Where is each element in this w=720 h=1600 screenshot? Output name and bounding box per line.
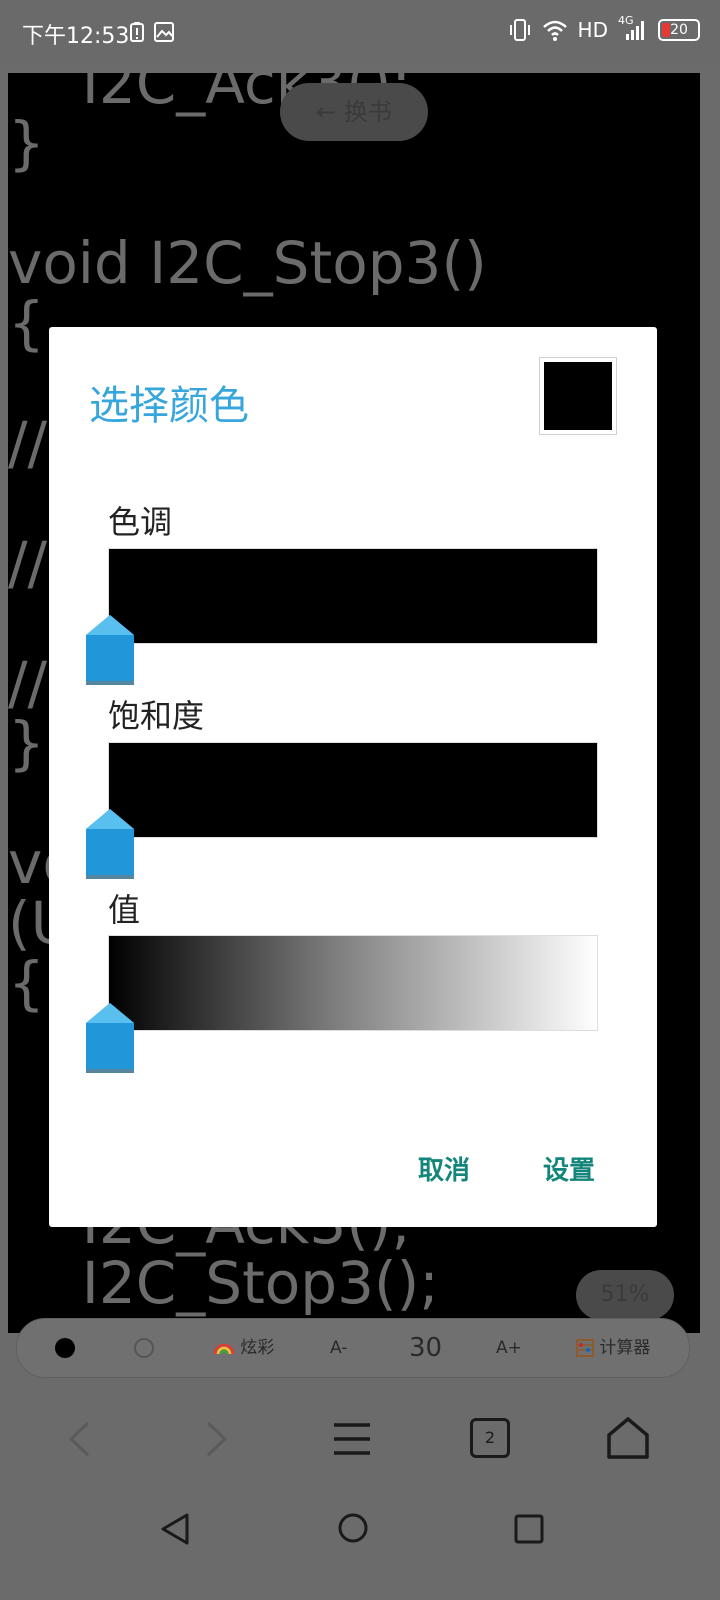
system-recents-icon[interactable] — [514, 1514, 544, 1544]
confirm-button[interactable]: 设置 — [543, 1150, 595, 1187]
signal-icon — [626, 21, 644, 40]
calculator-button[interactable]: 计算器 — [576, 1319, 650, 1377]
abacus-icon — [576, 1339, 594, 1357]
value-slider-track[interactable] — [108, 935, 598, 1031]
calculator-label: 计算器 — [599, 1338, 651, 1358]
battery-level: 20 — [670, 22, 688, 38]
home-icon[interactable] — [606, 1416, 650, 1460]
font-decrease-button[interactable]: A- — [330, 1319, 347, 1377]
back-arrow-icon[interactable] — [66, 1420, 92, 1458]
font-size-value: 30 — [409, 1333, 443, 1363]
status-bar: 下午12:53 HD 4G 20 — [0, 0, 720, 66]
system-navigation — [0, 1490, 720, 1570]
saturation-slider-thumb[interactable] — [84, 807, 136, 881]
code-line: I2C_Stop3(); — [8, 1249, 439, 1317]
tabs-button[interactable]: 2 — [470, 1418, 510, 1458]
light-theme-button[interactable] — [134, 1338, 154, 1358]
wifi-icon — [542, 20, 567, 41]
reader-toolbar: 炫彩 A- 30 A+ 计算器 — [16, 1318, 690, 1378]
change-book-button[interactable]: ← 换书 — [280, 83, 428, 141]
gallery-icon — [154, 22, 174, 42]
network-hd-label: HD — [577, 18, 608, 42]
hue-label: 色调 — [108, 503, 173, 541]
dialog-title: 选择颜色 — [89, 383, 249, 429]
menu-icon[interactable] — [332, 1422, 372, 1456]
value-slider-thumb[interactable] — [84, 1001, 136, 1075]
dark-theme-button[interactable] — [55, 1338, 75, 1358]
system-home-icon[interactable] — [337, 1512, 369, 1544]
tab-count: 2 — [484, 1428, 496, 1447]
rainbow-icon — [213, 1343, 235, 1355]
color-preview-fill — [544, 362, 612, 430]
color-picker-dialog: 选择颜色 色调 饱和度 值 取消 设置 — [49, 327, 657, 1227]
reading-progress: 51% — [576, 1270, 674, 1320]
saturation-slider-track[interactable] — [108, 742, 598, 838]
hue-slider-thumb[interactable] — [84, 613, 136, 687]
value-label: 值 — [108, 891, 141, 929]
hue-slider-track[interactable] — [108, 548, 598, 644]
saturation-label: 饱和度 — [108, 697, 205, 735]
status-time: 下午12:53 — [22, 24, 130, 49]
browser-navigation: 2 — [0, 1392, 720, 1482]
system-back-icon[interactable] — [160, 1512, 190, 1546]
vibrate-icon — [509, 19, 530, 41]
color-preview — [539, 357, 617, 435]
battery-icon: 20 — [658, 19, 700, 41]
font-increase-button[interactable]: A+ — [496, 1319, 522, 1377]
cancel-button[interactable]: 取消 — [418, 1150, 470, 1187]
colorful-button[interactable]: 炫彩 — [213, 1319, 274, 1377]
battery-alert-icon — [130, 22, 144, 42]
code-line: void I2C_Stop3() — [8, 229, 487, 297]
forward-arrow-icon[interactable] — [204, 1420, 230, 1458]
signal-indicator: 4G — [618, 14, 648, 42]
colorful-label: 炫彩 — [240, 1338, 275, 1358]
